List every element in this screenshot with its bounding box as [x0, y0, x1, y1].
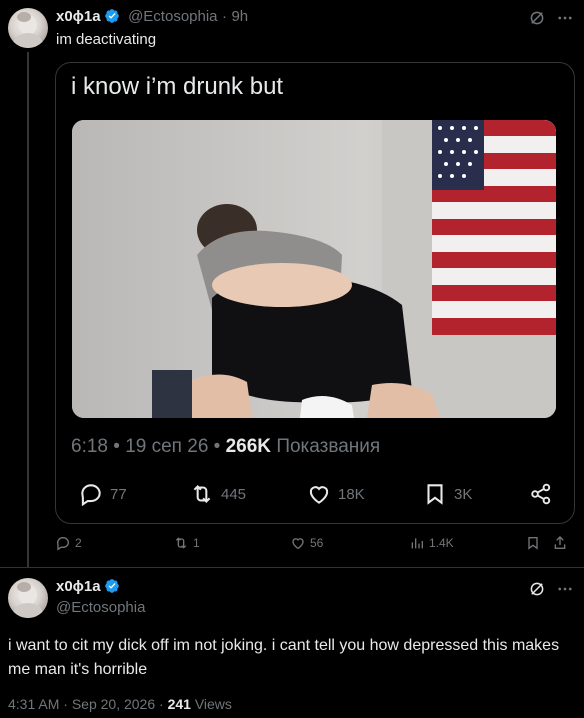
verified-badge-icon — [104, 578, 120, 594]
thread-line — [27, 52, 29, 567]
retweet-icon — [193, 484, 211, 504]
embedded-retweet-count: 445 — [221, 485, 247, 503]
author-name[interactable]: x0ϕ1a — [56, 578, 101, 595]
embedded-time: 6:18 — [71, 436, 108, 457]
author-handle[interactable]: @Ectosophia — [128, 8, 217, 25]
embedded-bookmark-button[interactable]: 3K — [422, 481, 472, 507]
analytics-icon — [411, 538, 423, 549]
divider — [0, 567, 584, 568]
embedded-reply-button[interactable]: 77 — [78, 481, 127, 507]
embedded-meta: 6:18 • 19 сеп 26 • 266K Показвания — [71, 436, 380, 458]
like-count: 56 — [310, 536, 324, 550]
share-icon — [554, 536, 566, 549]
retweet-icon — [175, 537, 187, 549]
embedded-views-label: Показвания — [276, 436, 381, 457]
bookmark-button[interactable] — [525, 535, 545, 551]
separator-dot: • — [113, 436, 120, 457]
like-button[interactable]: 56 — [290, 535, 323, 551]
reply-icon — [81, 484, 101, 507]
embedded-reply-count: 77 — [110, 485, 127, 503]
author-handle[interactable]: @Ectosophia — [56, 599, 145, 616]
views-count: 241 — [167, 696, 191, 712]
avatar[interactable] — [8, 8, 48, 48]
bookmark-icon — [528, 537, 538, 550]
author-name[interactable]: x0ϕ1a — [56, 8, 101, 25]
share-button[interactable] — [552, 535, 572, 551]
embedded-views-count: 266K — [225, 436, 272, 457]
verified-badge-icon — [104, 8, 120, 24]
avatar[interactable] — [8, 578, 48, 618]
separator-dot: · — [63, 696, 68, 712]
tweet-time[interactable]: 9h — [231, 8, 248, 25]
views-label: Views — [194, 696, 232, 712]
separator-dot: · — [221, 8, 227, 25]
separator-dot: · — [159, 696, 164, 712]
more-icon[interactable] — [556, 580, 574, 603]
tweet-time[interactable]: 4:31 AM — [8, 696, 59, 712]
embedded-bookmark-count: 3K — [454, 485, 473, 503]
tweet-text: im deactivating — [56, 31, 157, 48]
separator-dot: • — [213, 436, 221, 457]
heart-icon — [292, 538, 304, 550]
reply-icon — [56, 536, 70, 551]
views-count: 1.4K — [429, 536, 454, 550]
tweet-text: i want to cit my dick off im not joking.… — [8, 637, 560, 678]
embedded-retweet-button[interactable]: 445 — [189, 481, 246, 507]
grok-icon[interactable] — [528, 9, 546, 32]
retweet-button[interactable]: 1 — [173, 535, 200, 551]
share-icon — [531, 483, 551, 505]
views-button[interactable]: 1.4K — [409, 535, 454, 551]
embedded-tweet-text: i know i’m drunk but — [71, 73, 284, 100]
tweet-date[interactable]: Sep 20, 2026 — [72, 696, 155, 712]
more-icon[interactable] — [556, 9, 574, 32]
reply-count: 2 — [75, 536, 82, 550]
photo[interactable] — [72, 120, 556, 418]
tweet-footer: 4:31 AM · Sep 20, 2026 · 241 Views — [8, 696, 232, 712]
retweet-count: 1 — [193, 536, 200, 550]
reply-button[interactable]: 2 — [55, 535, 82, 551]
grok-icon[interactable] — [528, 580, 546, 603]
tweet-header: x0ϕ1a — [56, 578, 120, 596]
embedded-action-bar: 77 445 18K 3K — [56, 481, 574, 515]
embedded-date: 19 сеп 26 — [125, 436, 209, 457]
tweet-action-bar: 2 1 56 1.4K — [55, 535, 575, 557]
bookmark-icon — [427, 484, 443, 505]
embedded-like-count: 18K — [338, 485, 365, 503]
embedded-like-button[interactable]: 18K — [306, 481, 365, 507]
tweet-header: x0ϕ1a @Ectosophia · 9h — [56, 8, 248, 26]
heart-icon — [309, 486, 329, 504]
embedded-screenshot[interactable]: i know i’m drunk but 6:18 • 19 сеп 26 • … — [55, 62, 575, 524]
embedded-share-button[interactable] — [528, 481, 560, 507]
